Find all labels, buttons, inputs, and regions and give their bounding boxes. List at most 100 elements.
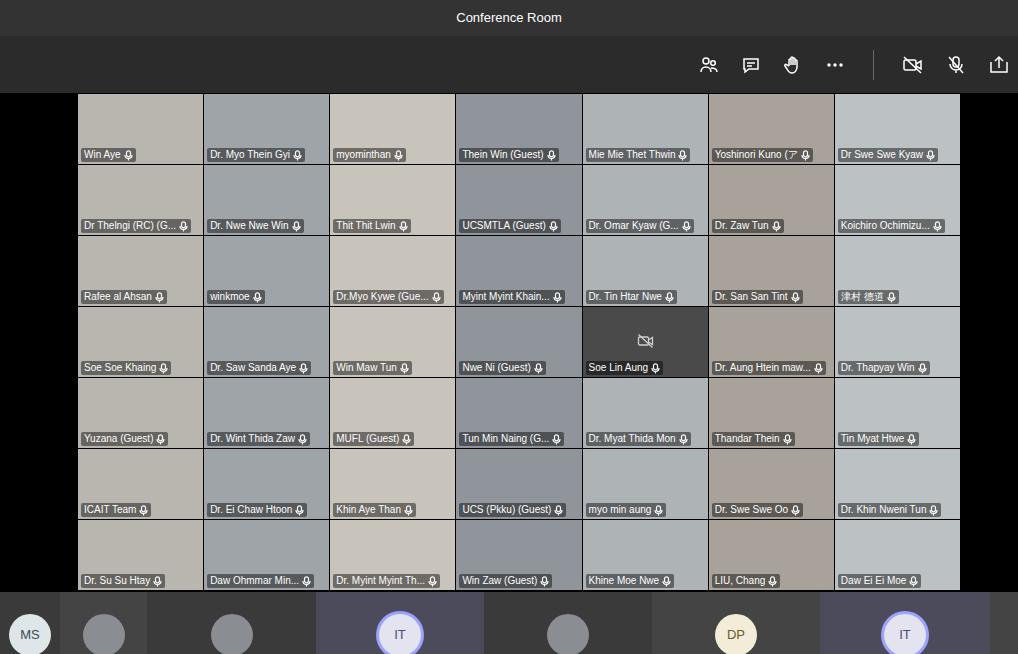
- participant-tile[interactable]: Yoshinori Kuno (ア: [709, 94, 834, 164]
- participant-name: Khin Aye Than: [336, 504, 401, 516]
- participant-tile[interactable]: Nwe Ni (Guest): [456, 307, 581, 377]
- participant-tile[interactable]: Daw Ohmmar Min...: [204, 520, 329, 590]
- roster-item[interactable]: MS: [0, 592, 60, 654]
- participant-label: Dr. Wint Thida Zaw: [207, 432, 310, 446]
- participant-label: Dr. Khin Nweni Tun: [838, 503, 942, 517]
- avatar: MS: [9, 614, 51, 654]
- participant-tile[interactable]: Dr. Wint Thida Zaw: [204, 378, 329, 448]
- participant-label: Dr. Myint Myint Th...: [333, 574, 440, 588]
- participant-tile[interactable]: Soe Lin Aung: [583, 307, 708, 377]
- roster-item[interactable]: IT: [316, 592, 484, 654]
- participant-name: ICAIT Team: [84, 504, 136, 516]
- mic-icon: [159, 363, 168, 374]
- title-bar: Conference Room: [0, 0, 1018, 36]
- roster-item[interactable]: [147, 592, 316, 654]
- mic-icon: [404, 505, 413, 516]
- participant-tile[interactable]: Dr. Tin Htar Nwe: [583, 236, 708, 306]
- participant-tile[interactable]: Dr. Aung Htein maw...: [709, 307, 834, 377]
- participant-tile[interactable]: Win Zaw (Guest): [456, 520, 581, 590]
- participant-tile[interactable]: Dr. Myint Myint Th...: [330, 520, 455, 590]
- participant-tile[interactable]: Dr. Saw Sanda Aye: [204, 307, 329, 377]
- participant-tile[interactable]: Dr. Myo Thein Gyi: [204, 94, 329, 164]
- participant-label: Nwe Ni (Guest): [459, 361, 545, 375]
- participant-name: Win Aye: [84, 149, 121, 161]
- roster-item[interactable]: [990, 592, 1018, 654]
- mic-icon: [293, 150, 302, 161]
- participant-tile[interactable]: Win Aye: [78, 94, 203, 164]
- participant-tile[interactable]: myo min aung: [583, 449, 708, 519]
- participant-label: Mie Mie Thet Thwin: [586, 148, 691, 162]
- mic-icon: [665, 292, 674, 303]
- roster-item[interactable]: DP: [652, 592, 820, 654]
- participant-tile[interactable]: Dr. Su Su Htay: [78, 520, 203, 590]
- participant-tile[interactable]: LIU, Chang: [709, 520, 834, 590]
- mic-icon: [926, 150, 935, 161]
- participant-tile[interactable]: Dr Swe Swe Kyaw: [835, 94, 960, 164]
- participant-name: Tun Min Naing (G...: [462, 433, 549, 445]
- participant-tile[interactable]: Dr. Thapyay Win: [835, 307, 960, 377]
- participant-name: Yoshinori Kuno (ア: [715, 149, 798, 161]
- participant-tile[interactable]: MUFL (Guest): [330, 378, 455, 448]
- share-icon[interactable]: [988, 55, 1010, 75]
- participant-tile[interactable]: Win Maw Tun: [330, 307, 455, 377]
- participant-name: Myint Myint Khain...: [462, 291, 549, 303]
- participant-tile[interactable]: Dr. Nwe Nwe Win: [204, 165, 329, 235]
- roster-item[interactable]: [60, 592, 147, 654]
- participant-label: Rafee al Ahsan: [81, 290, 167, 304]
- participant-label: Dr. Saw Sanda Aye: [207, 361, 311, 375]
- participant-tile[interactable]: 津村 德道: [835, 236, 960, 306]
- camera-off-icon[interactable]: [902, 55, 924, 75]
- participant-tile[interactable]: UCSMTLA (Guest): [456, 165, 581, 235]
- participant-tile[interactable]: Dr. Swe Swe Oo: [709, 449, 834, 519]
- participant-name: Thit Thit Lwin: [336, 220, 395, 232]
- participant-tile[interactable]: Khine Moe Nwe: [583, 520, 708, 590]
- more-icon[interactable]: [825, 55, 845, 75]
- roster-item[interactable]: IT: [820, 592, 990, 654]
- participant-tile[interactable]: Dr. Omar Kyaw (G...: [583, 165, 708, 235]
- participant-tile[interactable]: myominthan: [330, 94, 455, 164]
- video-area: Win Aye Dr. Myo Thein Gyi myominthan Thein …: [0, 93, 1018, 592]
- participants-icon[interactable]: [699, 55, 719, 75]
- participant-tile[interactable]: Dr Thelngi (RC) (G...: [78, 165, 203, 235]
- participant-tile[interactable]: Myint Myint Khain...: [456, 236, 581, 306]
- participant-tile[interactable]: Dr. Ei Chaw Htoon: [204, 449, 329, 519]
- participant-label: Tin Myat Htwe: [838, 432, 920, 446]
- participant-tile[interactable]: UCS (Pkku) (Guest): [456, 449, 581, 519]
- mic-icon: [428, 576, 437, 587]
- mic-icon: [814, 363, 823, 374]
- participant-tile[interactable]: Dr. San San Tint: [709, 236, 834, 306]
- participant-tile[interactable]: Yuzana (Guest): [78, 378, 203, 448]
- participant-tile[interactable]: Tun Min Naing (G...: [456, 378, 581, 448]
- mic-icon: [432, 292, 441, 303]
- mic-off-icon[interactable]: [946, 55, 966, 75]
- participant-tile[interactable]: Rafee al Ahsan: [78, 236, 203, 306]
- participant-tile[interactable]: Dr. Zaw Tun: [709, 165, 834, 235]
- participant-tile[interactable]: Dr. Khin Nweni Tun: [835, 449, 960, 519]
- participant-label: Win Aye: [81, 148, 136, 162]
- participant-tile[interactable]: Khin Aye Than: [330, 449, 455, 519]
- participant-tile[interactable]: Koichiro Ochimizu...: [835, 165, 960, 235]
- mic-icon: [302, 576, 311, 587]
- participant-name: Dr Swe Swe Kyaw: [841, 149, 923, 161]
- chat-icon[interactable]: [741, 55, 761, 75]
- avatar: IT: [379, 614, 421, 654]
- roster-item[interactable]: [484, 592, 652, 654]
- participant-tile[interactable]: Tin Myat Htwe: [835, 378, 960, 448]
- participant-label: myominthan: [333, 148, 405, 162]
- participant-tile[interactable]: Mie Mie Thet Thwin: [583, 94, 708, 164]
- participant-tile[interactable]: Daw Ei Ei Moe: [835, 520, 960, 590]
- raise-hand-icon[interactable]: [783, 55, 803, 75]
- participant-tile[interactable]: Dr. Myat Thida Mon: [583, 378, 708, 448]
- mic-icon: [394, 150, 403, 161]
- participant-tile[interactable]: ICAIT Team: [78, 449, 203, 519]
- mic-icon: [768, 576, 777, 587]
- participant-tile[interactable]: winkmoe: [204, 236, 329, 306]
- participant-tile[interactable]: Soe Soe Khaing: [78, 307, 203, 377]
- participant-tile[interactable]: Thein Win (Guest): [456, 94, 581, 164]
- participant-name: Dr. Wint Thida Zaw: [210, 433, 295, 445]
- mic-icon: [139, 505, 148, 516]
- mic-icon: [547, 150, 556, 161]
- participant-tile[interactable]: Thit Thit Lwin: [330, 165, 455, 235]
- participant-tile[interactable]: Thandar Thein: [709, 378, 834, 448]
- participant-tile[interactable]: Dr.Myo Kywe (Gue...: [330, 236, 455, 306]
